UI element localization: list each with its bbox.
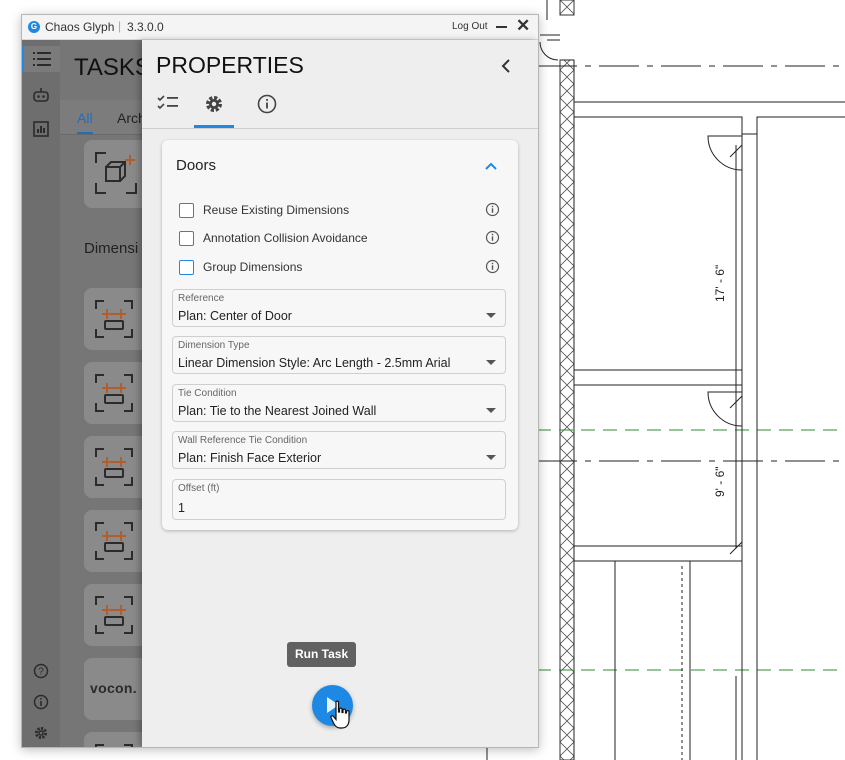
info-icon[interactable] [485,259,500,274]
app-version: 3.3.0.0 [127,20,164,34]
info-icon[interactable] [485,230,500,245]
annotation-collision-avoidance-checkbox[interactable] [179,231,194,246]
task-tile[interactable] [84,362,142,424]
info-icon [257,94,277,114]
chaos-glyph-window: G Chaos Glyph | 3.3.0.0 Log Out ✕ ? TASK… [21,14,539,748]
task-tile[interactable] [84,732,142,747]
field-value: Plan: Center of Door [178,309,292,323]
logout-link[interactable]: Log Out [452,21,488,32]
task-tile[interactable] [84,510,142,572]
field-label: Wall Reference Tie Condition [178,435,308,446]
title-separator: | [118,19,122,33]
dimension-label: 17' - 6" [713,265,727,302]
task-tile[interactable] [84,436,142,498]
run-task-tooltip: Run Task [287,642,357,667]
chevron-up-icon[interactable] [482,157,500,175]
offset-input[interactable]: Offset (ft) 1 [172,479,506,520]
reference-select[interactable]: Reference Plan: Center of Door [172,289,506,327]
model-add-icon [95,152,137,194]
dimension-type-select[interactable]: Dimension Type Linear Dimension Style: A… [172,336,506,374]
task-tile[interactable] [84,288,142,350]
dropdown-arrow-icon [486,360,496,365]
dimension-task-icon [95,596,133,634]
dimension-task-icon [95,374,133,412]
field-value: Plan: Tie to the Nearest Joined Wall [178,404,377,418]
group-dimensions-checkbox[interactable] [179,260,194,275]
dropdown-arrow-icon [486,408,496,413]
checkbox-label: Group Dimensions [203,260,303,274]
field-label: Dimension Type [178,340,250,351]
tab-settings[interactable] [194,94,234,128]
title-bar: G Chaos Glyph | 3.3.0.0 Log Out ✕ [22,15,538,40]
tab-arch[interactable]: Arch [117,110,142,126]
dimension-task-icon [95,744,133,747]
svg-text:?: ? [38,667,44,678]
dimension-label: 9' - 6" [713,466,727,497]
field-value: Linear Dimension Style: Arc Length - 2.5… [178,356,451,370]
wall-reference-tie-condition-select[interactable]: Wall Reference Tie Condition Plan: Finis… [172,431,506,469]
dimension-task-icon [95,448,133,486]
walls [486,0,845,760]
tasks-title: TASKS [74,54,142,81]
field-label: Tie Condition [178,388,237,399]
checkbox-label: Annotation Collision Avoidance [203,231,368,245]
reuse-existing-dimensions-checkbox[interactable] [179,203,194,218]
app-logo-icon: G [28,21,40,33]
checkbox-row: Group Dimensions [179,258,501,278]
close-button[interactable]: ✕ [516,15,530,37]
tab-info[interactable] [247,94,287,124]
gear-icon[interactable] [22,720,60,746]
field-value: 1 [178,501,185,515]
vocon-logo: vocon. [90,680,137,696]
hand-cursor-icon [330,700,350,729]
checkbox-row: Annotation Collision Avoidance [179,229,501,249]
hatched-wall-top [559,0,575,16]
task-tile[interactable] [84,584,142,646]
checkbox-label: Reuse Existing Dimensions [203,203,350,217]
section-title: Doors [176,157,217,174]
task-tile[interactable] [84,140,142,208]
nav-rail: ? [22,40,60,747]
field-value: Plan: Finish Face Exterior [178,451,322,465]
properties-panel: PROPERTIES Doors Reuse Existing Dimensio… [142,40,538,747]
door-swing [539,41,559,61]
dimension-line [729,144,743,555]
info-icon[interactable] [22,689,60,715]
tie-condition-select[interactable]: Tie Condition Plan: Tie to the Nearest J… [172,384,506,422]
tasks-tabs: All Arch [60,100,142,135]
task-tile[interactable]: vocon. [84,658,142,720]
robot-icon[interactable] [22,82,60,108]
dimension-task-icon [95,522,133,560]
dimension-task-icon [95,300,133,338]
dropdown-arrow-icon [486,313,496,318]
field-label: Offset (ft) [178,483,220,494]
chart-icon[interactable] [22,116,60,142]
hatched-wall [559,59,575,760]
tab-checklist[interactable] [148,94,188,124]
doors-section-card: Doors Reuse Existing Dimensions Annotati… [162,140,518,530]
list-icon[interactable] [22,46,60,72]
properties-title: PROPERTIES [156,52,304,78]
tasks-panel: TASKS All Arch Dimensi vocon. [60,40,142,747]
door-swing [707,135,743,171]
minimize-button[interactable] [494,17,510,35]
app-name: Chaos Glyph [45,20,115,34]
tab-all[interactable]: All [77,110,93,134]
checkbox-row: Reuse Existing Dimensions [179,201,501,221]
group-label: Dimensi [84,240,139,257]
properties-tabs [142,88,538,129]
help-icon[interactable]: ? [22,658,60,684]
info-icon[interactable] [485,202,500,217]
dropdown-arrow-icon [486,455,496,460]
gear-icon [206,96,222,112]
checklist-icon [157,95,178,110]
door-swing [707,391,743,427]
field-label: Reference [178,293,225,304]
back-chevron-icon[interactable] [494,54,518,78]
